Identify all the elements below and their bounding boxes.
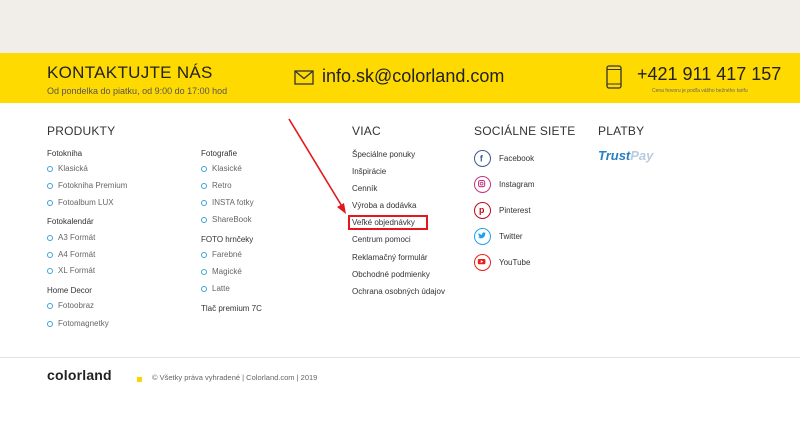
link-sharebook[interactable]: ShareBook xyxy=(201,215,252,224)
trustpay-logo-part2: Pay xyxy=(630,148,654,163)
link-inspiracie[interactable]: Inšpirácie xyxy=(352,167,386,176)
link-tlac-premium[interactable]: Tlač premium 7C xyxy=(201,304,262,313)
footer-divider xyxy=(0,357,800,358)
group-fotografie[interactable]: Fotografie xyxy=(201,149,237,158)
link-fotoalbum-lux[interactable]: Fotoalbum LUX xyxy=(47,198,114,207)
pinterest-icon: p xyxy=(474,202,491,219)
svg-text:p: p xyxy=(479,205,485,215)
link-magicke[interactable]: Magické xyxy=(201,267,242,276)
link-latte[interactable]: Latte xyxy=(201,284,230,293)
link-fotokniha-premium[interactable]: Fotokniha Premium xyxy=(46,181,127,190)
link-ochrana-udajov[interactable]: Ochrana osobných údajov xyxy=(352,287,445,296)
social-heading: SOCIÁLNE SIETE xyxy=(474,124,576,138)
link-obchodne-podmienky[interactable]: Obchodné podmienky xyxy=(352,270,430,279)
social-label-twitter: Twitter xyxy=(499,232,523,241)
link-farebne[interactable]: Farebné xyxy=(201,250,242,259)
platby-heading: PLATBY xyxy=(598,124,645,138)
social-label-facebook: Facebook xyxy=(499,154,535,163)
link-centrum-pomoci[interactable]: Centrum pomoci xyxy=(352,235,411,244)
link-fotokniha-klasicka[interactable]: Klasická xyxy=(47,164,88,173)
link-specialne-ponuky[interactable]: Špeciálne ponuky xyxy=(352,150,415,159)
phone-note: Cena hovoru je podľa vášho bežného tarif… xyxy=(652,88,748,94)
link-fotografie-klasicke[interactable]: Klasické xyxy=(201,164,242,173)
trustpay-logo[interactable]: TrustPay xyxy=(598,148,653,163)
facebook-icon: f xyxy=(474,150,491,167)
group-fotokniha[interactable]: Fotokniha xyxy=(47,149,82,158)
social-label-instagram: Instagram xyxy=(499,180,535,189)
link-retro[interactable]: Retro xyxy=(201,181,232,190)
link-fotomagnetky[interactable]: Fotomagnetky xyxy=(47,319,109,328)
contact-bar: KONTAKTUJTE NÁS Od pondelka do piatku, o… xyxy=(0,53,800,103)
colorland-logo[interactable]: colorland xyxy=(47,367,112,383)
top-strip xyxy=(0,0,800,53)
link-vyroba-dodavka[interactable]: Výroba a dodávka xyxy=(352,201,417,210)
highlight-box xyxy=(348,215,428,230)
mail-icon xyxy=(294,70,314,85)
group-foto-hrnceky[interactable]: FOTO hrnčeky xyxy=(201,235,253,244)
copyright-text: © Všetky práva vyhradené | Colorland.com… xyxy=(152,373,318,382)
social-label-pinterest: Pinterest xyxy=(499,206,531,215)
phone-icon xyxy=(606,65,622,89)
group-fotokalendar[interactable]: Fotokalendár xyxy=(47,217,94,226)
viac-heading: VIAC xyxy=(352,124,381,138)
svg-text:f: f xyxy=(480,154,483,164)
link-a4-format[interactable]: A4 Formát xyxy=(46,250,95,259)
link-insta-fotky[interactable]: INSTA fotky xyxy=(201,198,254,207)
produkty-heading: PRODUKTY xyxy=(47,124,116,138)
twitter-icon xyxy=(474,228,491,245)
contact-phone-link[interactable]: +421 911 417 157 xyxy=(637,64,781,85)
link-xl-format[interactable]: XL Formát xyxy=(46,266,95,275)
link-fotoobraz[interactable]: Fotoobraz xyxy=(46,301,94,310)
youtube-icon xyxy=(474,254,491,271)
group-home-decor[interactable]: Home Decor xyxy=(47,286,92,295)
link-cennik[interactable]: Cenník xyxy=(352,184,377,193)
trustpay-logo-part1: Trust xyxy=(598,148,631,163)
contact-title: KONTAKTUJTE NÁS xyxy=(47,63,213,82)
social-label-youtube: YouTube xyxy=(499,258,531,267)
contact-email-link[interactable]: info.sk@colorland.com xyxy=(322,66,504,87)
contact-hours: Od pondelka do piatku, od 9:00 do 17:00 … xyxy=(47,86,228,96)
logo-dot xyxy=(137,377,142,382)
link-reklamacny-formular[interactable]: Reklamačný formulár xyxy=(352,253,428,262)
instagram-icon xyxy=(474,176,491,193)
link-a3-format[interactable]: A3 Formát xyxy=(46,233,95,242)
